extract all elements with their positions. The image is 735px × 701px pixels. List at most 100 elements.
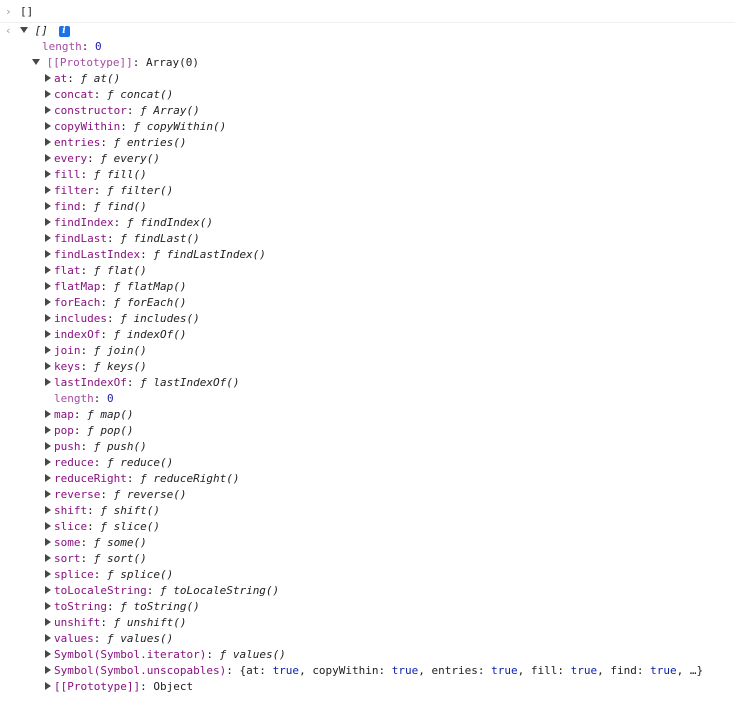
expand-triangle-icon[interactable] (45, 682, 51, 690)
function-icon: ƒ (219, 648, 233, 661)
member-value: toLocaleString() (173, 584, 280, 597)
expand-triangle-icon[interactable] (45, 234, 51, 242)
expand-triangle-icon[interactable] (45, 362, 51, 370)
member-row[interactable]: every: ƒ every() (0, 151, 735, 167)
expand-triangle-icon[interactable] (45, 298, 51, 306)
member-key: entries (54, 136, 101, 149)
member-row[interactable]: splice: ƒ splice() (0, 567, 735, 583)
expand-triangle-icon[interactable] (45, 490, 51, 498)
expand-triangle-icon[interactable] (45, 570, 51, 578)
function-icon: ƒ (120, 232, 134, 245)
member-row[interactable]: some: ƒ some() (0, 535, 735, 551)
expand-triangle-icon[interactable] (45, 378, 51, 386)
member-value: entries() (126, 136, 187, 149)
member-row[interactable]: findIndex: ƒ findIndex() (0, 215, 735, 231)
function-icon: ƒ (93, 536, 107, 549)
expand-triangle-icon[interactable] (45, 218, 51, 226)
member-row[interactable]: toString: ƒ toString() (0, 599, 735, 615)
expand-triangle-icon[interactable] (45, 426, 51, 434)
expand-triangle-icon[interactable] (45, 442, 51, 450)
expand-triangle-icon[interactable] (32, 59, 40, 65)
member-value: includes() (133, 312, 200, 325)
member-row[interactable]: copyWithin: ƒ copyWithin() (0, 119, 735, 135)
member-row[interactable]: values: ƒ values() (0, 631, 735, 647)
member-value: find() (107, 200, 147, 213)
expand-triangle-icon[interactable] (45, 186, 51, 194)
property-row-prototype[interactable]: [[Prototype]]: Array(0) (0, 55, 735, 71)
expand-triangle-icon[interactable] (45, 282, 51, 290)
member-row[interactable]: constructor: ƒ Array() (0, 103, 735, 119)
expand-triangle-icon[interactable] (45, 522, 51, 530)
member-row[interactable]: push: ƒ push() (0, 439, 735, 455)
expand-triangle-icon[interactable] (45, 154, 51, 162)
member-row[interactable]: unshift: ƒ unshift() (0, 615, 735, 631)
expand-triangle-icon[interactable] (45, 650, 51, 658)
expand-triangle-icon[interactable] (45, 106, 51, 114)
expand-triangle-icon[interactable] (45, 410, 51, 418)
member-row[interactable]: Symbol(Symbol.unscopables): {at: true, c… (0, 663, 735, 679)
member-row[interactable]: pop: ƒ pop() (0, 423, 735, 439)
expand-triangle-icon[interactable] (45, 618, 51, 626)
expand-triangle-icon[interactable] (45, 666, 51, 674)
expand-triangle-icon[interactable] (45, 138, 51, 146)
member-value: sort() (107, 552, 147, 565)
member-value: Array() (153, 104, 200, 117)
member-row[interactable]: concat: ƒ concat() (0, 87, 735, 103)
expand-triangle-icon[interactable] (45, 74, 51, 82)
expand-triangle-icon[interactable] (45, 346, 51, 354)
console-result-row[interactable]: ‹ [] i (0, 23, 735, 39)
expand-triangle-icon[interactable] (45, 634, 51, 642)
member-value: copyWithin() (146, 120, 227, 133)
info-icon[interactable]: i (58, 25, 70, 37)
member-row[interactable]: flatMap: ƒ flatMap() (0, 279, 735, 295)
expand-triangle-icon[interactable] (20, 27, 28, 33)
expand-triangle-icon[interactable] (45, 554, 51, 562)
expand-triangle-icon[interactable] (45, 458, 51, 466)
preview-key: copyWithin: (312, 664, 392, 677)
expand-triangle-icon[interactable] (45, 122, 51, 130)
member-key: toLocaleString (54, 584, 147, 597)
member-row[interactable]: map: ƒ map() (0, 407, 735, 423)
member-row[interactable]: at: ƒ at() (0, 71, 735, 87)
expand-triangle-icon[interactable] (45, 266, 51, 274)
member-value: 0 (107, 392, 114, 405)
member-row[interactable]: includes: ƒ includes() (0, 311, 735, 327)
member-row[interactable]: lastIndexOf: ƒ lastIndexOf() (0, 375, 735, 391)
member-row[interactable]: Symbol(Symbol.iterator): ƒ values() (0, 647, 735, 663)
member-row[interactable]: reduce: ƒ reduce() (0, 455, 735, 471)
member-row[interactable]: filter: ƒ filter() (0, 183, 735, 199)
member-row[interactable]: findLast: ƒ findLast() (0, 231, 735, 247)
member-row[interactable]: forEach: ƒ forEach() (0, 295, 735, 311)
expand-triangle-icon[interactable] (45, 586, 51, 594)
member-row[interactable]: flat: ƒ flat() (0, 263, 735, 279)
member-row[interactable]: reduceRight: ƒ reduceRight() (0, 471, 735, 487)
member-value: splice() (120, 568, 174, 581)
member-row[interactable]: reverse: ƒ reverse() (0, 487, 735, 503)
expand-triangle-icon[interactable] (45, 538, 51, 546)
member-row[interactable]: slice: ƒ slice() (0, 519, 735, 535)
expand-triangle-icon[interactable] (45, 474, 51, 482)
member-row[interactable]: toLocaleString: ƒ toLocaleString() (0, 583, 735, 599)
member-row[interactable]: [[Prototype]]: Object (0, 679, 735, 695)
expand-triangle-icon[interactable] (45, 602, 51, 610)
expand-triangle-icon[interactable] (45, 330, 51, 338)
member-row[interactable]: sort: ƒ sort() (0, 551, 735, 567)
member-row[interactable]: findLastIndex: ƒ findLastIndex() (0, 247, 735, 263)
member-row[interactable]: find: ƒ find() (0, 199, 735, 215)
function-icon: ƒ (140, 472, 154, 485)
member-key: flatMap (54, 280, 101, 293)
member-row[interactable]: entries: ƒ entries() (0, 135, 735, 151)
member-row[interactable]: join: ƒ join() (0, 343, 735, 359)
expand-triangle-icon[interactable] (45, 314, 51, 322)
member-row[interactable]: keys: ƒ keys() (0, 359, 735, 375)
expand-triangle-icon[interactable] (45, 506, 51, 514)
expand-triangle-icon[interactable] (45, 90, 51, 98)
member-key: push (54, 440, 81, 453)
expand-triangle-icon[interactable] (45, 202, 51, 210)
expand-triangle-icon[interactable] (45, 170, 51, 178)
expand-triangle-icon[interactable] (45, 250, 51, 258)
member-row[interactable]: fill: ƒ fill() (0, 167, 735, 183)
member-row[interactable]: indexOf: ƒ indexOf() (0, 327, 735, 343)
function-icon: ƒ (133, 120, 147, 133)
member-row[interactable]: shift: ƒ shift() (0, 503, 735, 519)
